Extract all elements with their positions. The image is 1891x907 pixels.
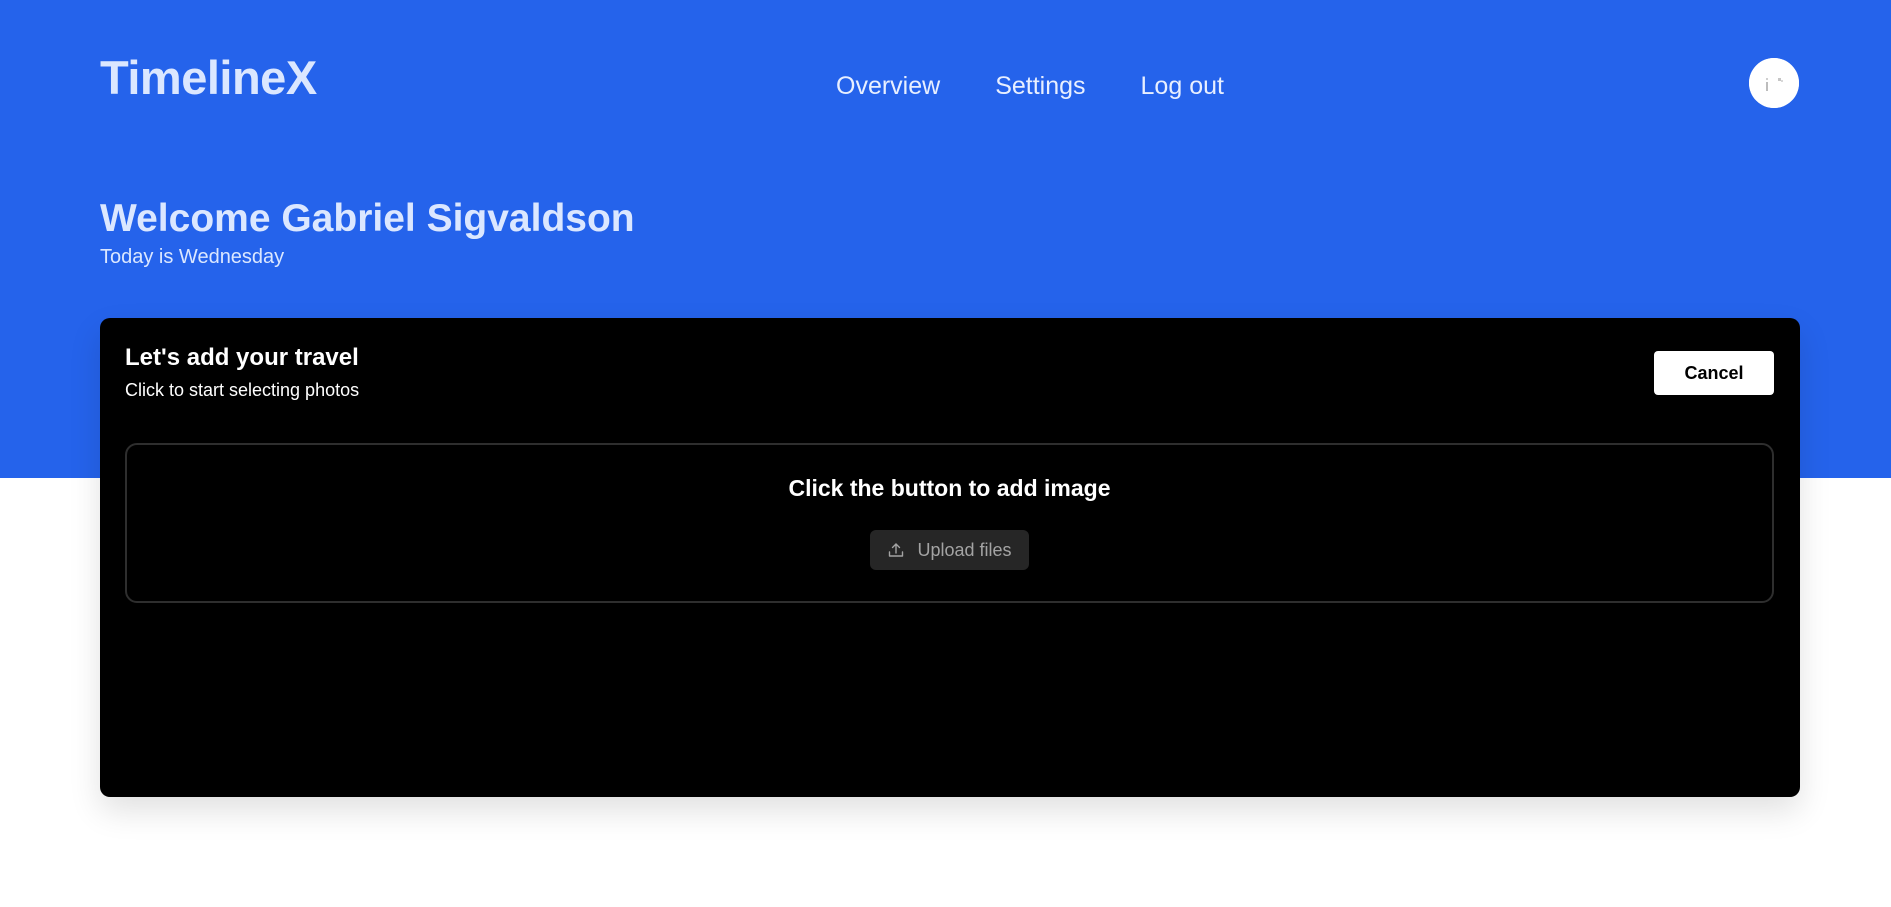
avatar-image (1749, 58, 1799, 108)
today-label: Today is Wednesday (100, 246, 285, 268)
nav-settings[interactable]: Settings (995, 74, 1085, 99)
nav-logout[interactable]: Log out (1141, 74, 1224, 99)
nav-overview[interactable]: Overview (836, 74, 940, 99)
user-avatar-icon[interactable] (1749, 58, 1799, 108)
dropzone-title: Click the button to add image (788, 475, 1111, 501)
upload-files-button[interactable]: Upload files (870, 530, 1029, 570)
add-travel-panel: Let's add your travel Click to start sel… (100, 318, 1800, 797)
cancel-button[interactable]: Cancel (1654, 351, 1774, 395)
panel-subtitle: Click to start selecting photos (125, 380, 360, 400)
upload-icon (887, 541, 905, 559)
upload-files-label: Upload files (917, 540, 1012, 560)
brand-logo[interactable]: TimelineX (100, 54, 317, 101)
image-dropzone[interactable]: Click the button to add image Upload fil… (125, 443, 1774, 603)
welcome-heading: Welcome Gabriel Sigvaldson (100, 197, 635, 240)
panel-title: Let's add your travel (125, 344, 359, 371)
main-nav: Overview Settings Log out (836, 74, 1224, 99)
